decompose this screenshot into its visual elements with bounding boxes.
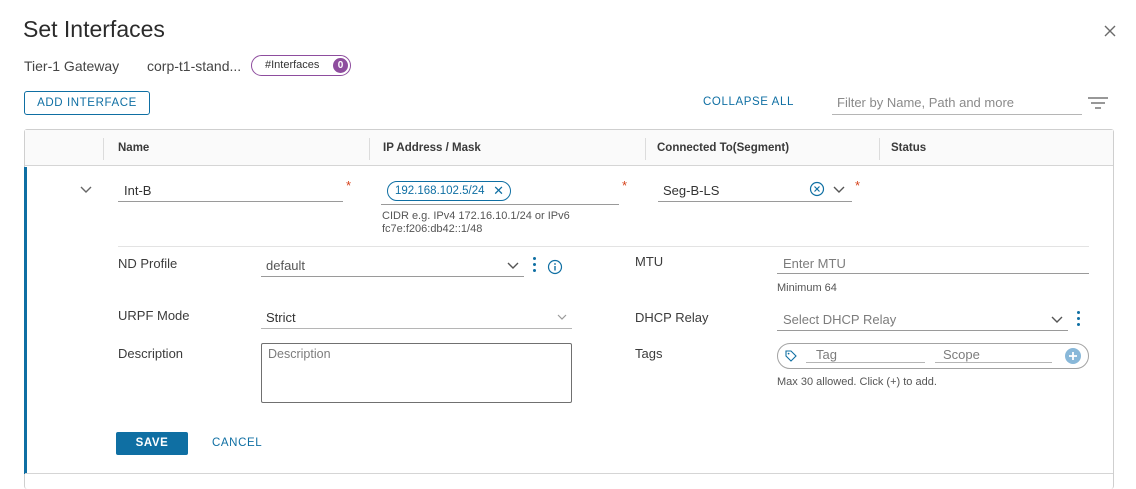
- interfaces-count: 0: [333, 58, 348, 73]
- dialog-title: Set Interfaces: [23, 16, 165, 42]
- more-options-icon[interactable]: [1077, 311, 1081, 329]
- ip-address-value: 192.168.102.5/24: [395, 185, 485, 197]
- mtu-label: MTU: [635, 254, 664, 269]
- column-header-name[interactable]: Name: [118, 142, 149, 154]
- dhcp-relay-underline: [777, 330, 1068, 331]
- mtu-underline: [777, 273, 1089, 274]
- chevron-down-icon[interactable]: [1050, 315, 1064, 325]
- remove-chip-icon[interactable]: ✕: [493, 182, 504, 200]
- column-separator: [879, 138, 880, 160]
- collapse-all-button[interactable]: COLLAPSE ALL: [703, 96, 794, 108]
- description-textarea[interactable]: Description: [261, 343, 572, 403]
- column-separator: [645, 138, 646, 160]
- scope-underline: [935, 362, 1052, 363]
- segment-underline: [658, 201, 852, 202]
- tag-underline: [806, 362, 925, 363]
- nd-profile-select[interactable]: default: [266, 258, 305, 273]
- section-divider: [118, 246, 1089, 247]
- dhcp-relay-select[interactable]: Select DHCP Relay: [783, 312, 896, 327]
- required-marker: *: [346, 178, 352, 193]
- interfaces-badge-label: #Interfaces: [265, 59, 320, 71]
- segment-select-value[interactable]: Seg-B-LS: [663, 183, 719, 198]
- column-header-ip[interactable]: IP Address / Mask: [383, 142, 481, 154]
- info-icon[interactable]: [547, 259, 563, 275]
- nd-profile-label: ND Profile: [118, 256, 178, 271]
- chevron-down-icon[interactable]: [79, 185, 93, 195]
- tag-input[interactable]: Tag: [816, 347, 837, 362]
- chevron-down-icon[interactable]: [556, 313, 568, 321]
- ip-underline: [381, 204, 619, 205]
- scope-input[interactable]: Scope: [943, 347, 980, 362]
- gateway-name-label: corp-t1-stand...: [147, 58, 242, 74]
- save-button[interactable]: SAVE: [116, 432, 188, 455]
- urpf-underline: [261, 328, 572, 329]
- column-header-segment[interactable]: Connected To(Segment): [657, 142, 789, 154]
- urpf-mode-label: URPF Mode: [118, 308, 190, 323]
- ip-address-chip[interactable]: 192.168.102.5/24 ✕: [387, 181, 511, 201]
- interfaces-count-badge: #Interfaces 0: [251, 55, 351, 76]
- chevron-down-icon[interactable]: [832, 185, 846, 195]
- filter-icon[interactable]: [1087, 96, 1109, 110]
- column-header-status[interactable]: Status: [891, 142, 926, 154]
- grid-header: [25, 130, 1113, 166]
- dhcp-relay-label: DHCP Relay: [635, 310, 709, 325]
- filter-input[interactable]: [832, 91, 1082, 115]
- close-icon[interactable]: [1101, 22, 1119, 40]
- add-interface-button[interactable]: ADD INTERFACE: [24, 91, 150, 115]
- description-label: Description: [118, 346, 184, 361]
- mtu-input[interactable]: Enter MTU: [783, 256, 846, 271]
- ip-hint: CIDR e.g. IPv4 172.16.10.1/24 or IPv6 fc…: [382, 210, 570, 235]
- clear-circle-icon[interactable]: [809, 181, 825, 197]
- column-separator: [103, 138, 104, 160]
- required-marker: *: [855, 178, 861, 193]
- nd-profile-underline: [261, 276, 524, 277]
- column-separator: [369, 138, 370, 160]
- urpf-mode-select[interactable]: Strict: [266, 310, 296, 325]
- gateway-type-label: Tier-1 Gateway: [24, 58, 120, 74]
- mtu-hint: Minimum 64: [777, 282, 837, 294]
- name-underline: [118, 201, 343, 202]
- row-divider: [25, 473, 1113, 474]
- name-input[interactable]: Int-B: [124, 183, 151, 198]
- cancel-button[interactable]: CANCEL: [212, 437, 262, 449]
- add-circle-icon[interactable]: [1064, 347, 1082, 365]
- required-marker: *: [622, 178, 628, 193]
- tags-hint: Max 30 allowed. Click (+) to add.: [777, 376, 937, 388]
- tags-label: Tags: [635, 346, 663, 361]
- more-options-icon[interactable]: [533, 257, 537, 275]
- chevron-down-icon[interactable]: [506, 261, 520, 271]
- tag-icon: [785, 350, 797, 362]
- row-accent: [24, 167, 27, 474]
